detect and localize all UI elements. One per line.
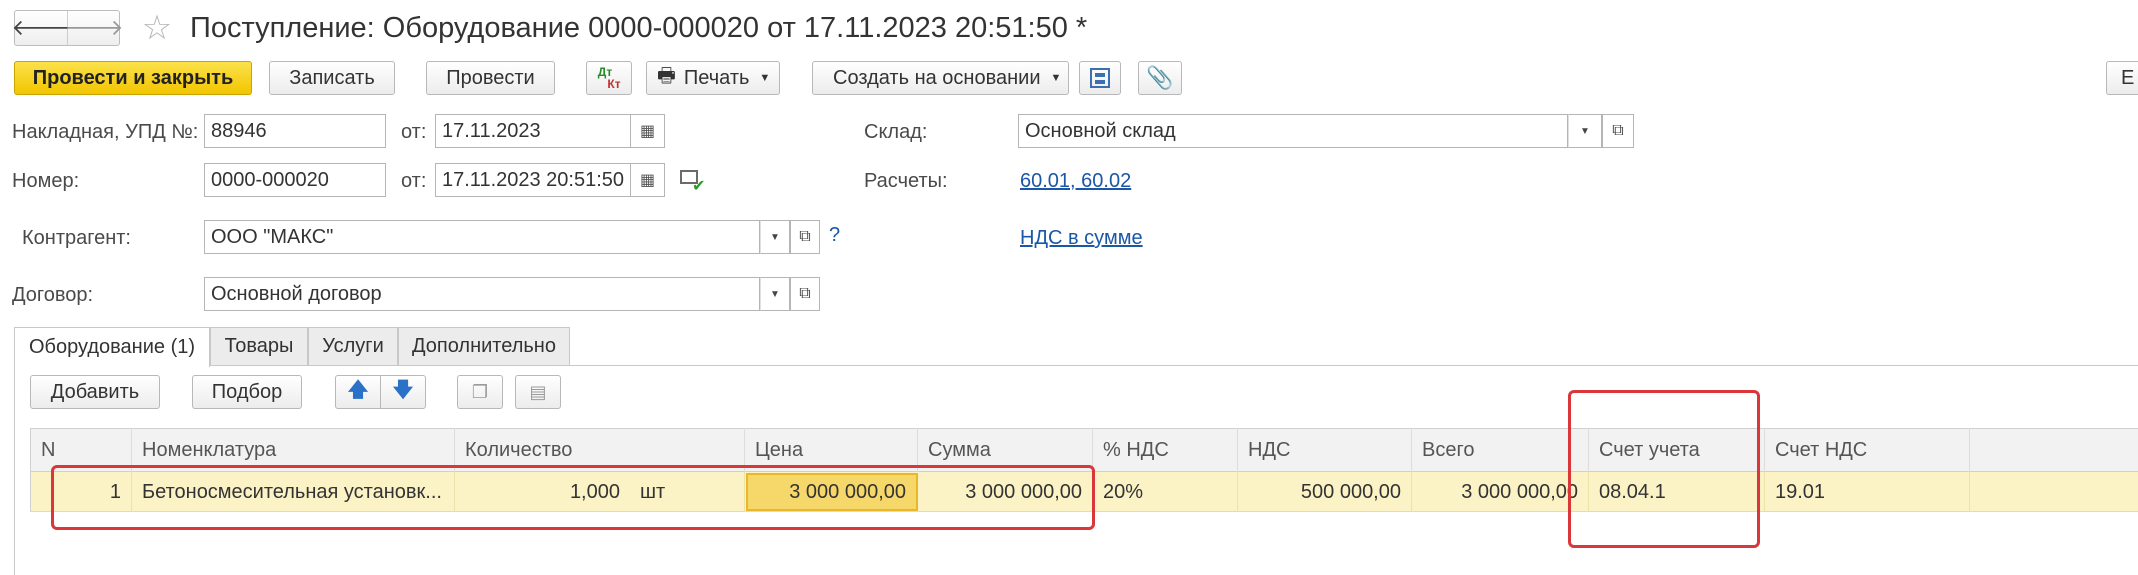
document-number-input[interactable]: 0000-000020 bbox=[204, 163, 386, 197]
column-header-nomenclature[interactable]: Номенклатура bbox=[132, 428, 455, 472]
contract-open-button[interactable]: ⧉ bbox=[790, 277, 820, 311]
create-based-on-button[interactable]: Создать на основании ▼ bbox=[812, 61, 1069, 95]
settlements-link[interactable]: 60.01, 60.02 bbox=[1020, 170, 1131, 193]
move-up-button[interactable]: 🡅 bbox=[335, 375, 381, 409]
settlements-label: Расчеты: bbox=[864, 170, 948, 192]
invoice-number-input[interactable]: 88946 bbox=[204, 114, 386, 148]
tab-additional[interactable]: Дополнительно bbox=[398, 327, 570, 365]
column-header-quantity[interactable]: Количество bbox=[455, 428, 745, 472]
forward-button[interactable]: 🡒 bbox=[65, 11, 124, 45]
column-header-account[interactable]: Счет учета bbox=[1589, 428, 1765, 472]
number-date-label: от: bbox=[401, 170, 427, 192]
window-title: Поступление: Оборудование 0000-000020 от… bbox=[190, 12, 1088, 44]
column-header-sum[interactable]: Сумма bbox=[918, 428, 1093, 472]
contract-label: Договор: bbox=[12, 284, 94, 306]
copy-row-button[interactable]: ❐ bbox=[457, 375, 503, 409]
more-button-partial[interactable]: Е bbox=[2106, 61, 2138, 95]
open-window-icon: ⧉ bbox=[799, 228, 811, 245]
chevron-down-icon: ▼ bbox=[1580, 125, 1590, 137]
row-nomenclature[interactable]: Бетоносмесительная установк... bbox=[132, 472, 455, 512]
arrow-right-icon: 🡒 bbox=[64, 15, 124, 40]
column-header-price[interactable]: Цена bbox=[745, 428, 918, 472]
counterparty-input[interactable]: ООО "МАКС" bbox=[204, 220, 760, 254]
post-button[interactable]: Провести bbox=[426, 61, 555, 95]
document-date-input[interactable]: 17.11.2023 20:51:50 bbox=[435, 163, 631, 197]
calendar-icon[interactable]: ▦ bbox=[631, 114, 665, 148]
row-total[interactable]: 3 000 000,00 bbox=[1412, 472, 1589, 512]
row-number: 1 bbox=[31, 472, 132, 512]
printer-icon: 🖶 bbox=[657, 65, 676, 87]
print-button[interactable]: 🖶 Печать ▼ bbox=[646, 61, 780, 95]
selection-button[interactable]: Подбор bbox=[192, 375, 302, 409]
invoice-date-input[interactable]: 17.11.2023 bbox=[435, 114, 631, 148]
chevron-down-icon: ▼ bbox=[1050, 72, 1062, 84]
copy-icon: ❐ bbox=[471, 381, 489, 402]
contract-dropdown-button[interactable]: ▼ bbox=[760, 277, 790, 311]
calendar-icon[interactable]: ▦ bbox=[631, 163, 665, 197]
post-and-close-button[interactable]: Провести и закрыть bbox=[14, 61, 252, 95]
counterparty-label: Контрагент: bbox=[22, 227, 131, 249]
column-header-total[interactable]: Всего bbox=[1412, 428, 1589, 472]
row-vat[interactable]: 500 000,00 bbox=[1238, 472, 1412, 512]
row-vat-account[interactable]: 19.01 bbox=[1765, 472, 1970, 512]
invoice-label: Накладная, УПД №: bbox=[12, 121, 199, 143]
arrow-down-icon: 🡇 bbox=[392, 379, 414, 401]
nav-buttons: 🡐 🡒 bbox=[11, 10, 124, 46]
move-down-button[interactable]: 🡇 bbox=[380, 375, 426, 409]
column-header-vat-rate[interactable]: % НДС bbox=[1093, 428, 1238, 472]
back-button[interactable]: 🡐 bbox=[11, 11, 71, 45]
row-vat-rate[interactable]: 20% bbox=[1093, 472, 1238, 512]
warehouse-label: Склад: bbox=[864, 121, 928, 143]
warehouse-dropdown-button[interactable]: ▼ bbox=[1568, 114, 1602, 148]
row-price[interactable]: 3 000 000,00 bbox=[746, 473, 918, 511]
counterparty-help-link[interactable]: ? bbox=[829, 224, 840, 247]
dt-kt-icon-bottom: Кт bbox=[607, 77, 621, 91]
column-header-vat-account[interactable]: Счет НДС bbox=[1765, 428, 1970, 472]
arrow-up-icon: 🡅 bbox=[347, 379, 369, 401]
warehouse-open-button[interactable]: ⧉ bbox=[1602, 114, 1634, 148]
tab-services[interactable]: Услуги bbox=[308, 327, 398, 365]
vat-mode-link[interactable]: НДС в сумме bbox=[1020, 227, 1143, 250]
add-row-button[interactable]: Добавить bbox=[30, 375, 160, 409]
chevron-down-icon: ▼ bbox=[770, 288, 780, 300]
chevron-down-icon: ▼ bbox=[770, 231, 780, 243]
create-based-on-label: Создать на основании bbox=[833, 66, 1041, 89]
edo-status-icon[interactable]: ✔ bbox=[680, 168, 706, 195]
open-window-icon: ⧉ bbox=[799, 285, 811, 302]
invoice-date-label: от: bbox=[401, 121, 427, 143]
structure-button[interactable] bbox=[1079, 61, 1121, 95]
counterparty-dropdown-button[interactable]: ▼ bbox=[760, 220, 790, 254]
attach-button[interactable]: 📎 bbox=[1138, 61, 1182, 95]
row-quantity[interactable]: 1,000 bbox=[455, 472, 630, 512]
row-sum[interactable]: 3 000 000,00 bbox=[918, 472, 1093, 512]
print-button-label: Печать bbox=[683, 66, 750, 89]
arrow-left-icon: 🡐 bbox=[11, 15, 71, 40]
column-header-vat[interactable]: НДС bbox=[1238, 428, 1412, 472]
chevron-down-icon: ▼ bbox=[759, 72, 771, 84]
row-unit[interactable]: шт bbox=[630, 472, 745, 512]
dt-kt-button[interactable]: Дт Кт bbox=[586, 61, 632, 95]
paste-icon: ▤ bbox=[529, 381, 547, 402]
open-window-icon: ⧉ bbox=[1612, 122, 1624, 139]
tab-goods[interactable]: Товары bbox=[210, 327, 308, 365]
contract-input[interactable]: Основной договор bbox=[204, 277, 760, 311]
counterparty-open-button[interactable]: ⧉ bbox=[790, 220, 820, 254]
paperclip-icon: 📎 bbox=[1146, 65, 1174, 90]
tab-equipment[interactable]: Оборудование (1) bbox=[14, 327, 210, 367]
number-label: Номер: bbox=[12, 170, 80, 192]
favorite-star-icon[interactable]: ☆ bbox=[138, 8, 176, 48]
row-account[interactable]: 08.04.1 bbox=[1589, 472, 1765, 512]
column-header-n[interactable]: N bbox=[31, 428, 132, 472]
save-button[interactable]: Записать bbox=[269, 61, 395, 95]
paste-row-button[interactable]: ▤ bbox=[515, 375, 561, 409]
hierarchy-icon bbox=[1090, 68, 1110, 88]
warehouse-input[interactable]: Основной склад bbox=[1018, 114, 1568, 148]
